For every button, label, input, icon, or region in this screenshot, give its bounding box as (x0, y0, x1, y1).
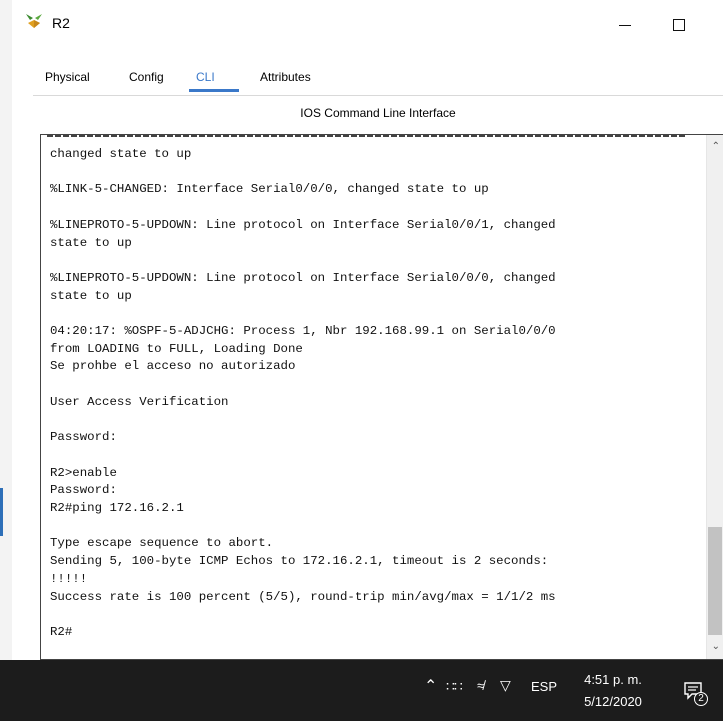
console-line: state to up (50, 288, 132, 303)
tab-physical[interactable]: Physical (45, 70, 90, 84)
taskbar: ⌃ ∷∷ ≉ ▽ ESP 4:51 p. m. 5/12/2020 2 (0, 660, 723, 721)
router-window: R2 Physical Config CLI Attributes IOS Co… (0, 0, 723, 660)
volume-icon[interactable]: ▽ (500, 677, 511, 694)
background-window-accent (0, 488, 3, 536)
wifi-icon[interactable]: ≉ (477, 678, 484, 693)
console-line: %LINEPROTO-5-UPDOWN: Line protocol on In… (50, 217, 556, 232)
cli-console[interactable]: changed state to up %LINK-5-CHANGED: Int… (40, 134, 723, 660)
console-line: Password: (50, 483, 117, 498)
console-clipped-line (47, 135, 687, 137)
maximize-icon (673, 19, 685, 31)
clock-time: 4:51 p. m. (584, 672, 642, 687)
console-line: Se prohbe el acceso no autorizado (50, 359, 296, 374)
tab-cli[interactable]: CLI (196, 70, 215, 84)
console-line: Password: (50, 430, 117, 445)
console-line: %LINEPROTO-5-UPDOWN: Line protocol on In… (50, 270, 556, 285)
window-title: R2 (52, 15, 70, 31)
active-tab-indicator (189, 89, 239, 92)
console-line: from LOADING to FULL, Loading Done (50, 341, 303, 356)
chevron-up-icon[interactable]: ⌃ (424, 676, 437, 696)
minimize-button[interactable] (605, 8, 645, 42)
maximize-button[interactable] (659, 8, 699, 42)
tab-divider (33, 95, 723, 96)
clock[interactable]: 4:51 p. m. 5/12/2020 (573, 669, 653, 713)
tab-attributes[interactable]: Attributes (260, 70, 311, 84)
console-line: changed state to up (50, 147, 192, 161)
device-tabs: Physical Config CLI Attributes (33, 60, 723, 96)
panel-title: IOS Command Line Interface (300, 106, 456, 120)
console-scrollbar[interactable]: ⌃ ⌄ (706, 135, 723, 659)
tab-config[interactable]: Config (129, 70, 164, 84)
minimize-icon (619, 24, 631, 26)
console-line: %LINK-5-CHANGED: Interface Serial0/0/0, … (50, 182, 489, 197)
console-line: User Access Verification (50, 394, 229, 409)
console-line: R2# (50, 624, 73, 639)
packet-tracer-router-icon (24, 11, 44, 31)
notification-count-badge: 2 (694, 692, 708, 706)
console-line: R2>enable (50, 465, 117, 480)
input-language[interactable]: ESP (531, 679, 557, 694)
scroll-down-icon[interactable]: ⌄ (712, 641, 720, 652)
console-line: !!!!! (50, 571, 88, 586)
network-icon[interactable]: ∷∷ (446, 678, 463, 695)
scrollbar-thumb[interactable] (708, 527, 722, 635)
background-window-edge (0, 0, 12, 660)
scroll-up-icon[interactable]: ⌃ (712, 141, 720, 152)
clock-date: 5/12/2020 (584, 694, 642, 709)
console-line: Success rate is 100 percent (5/5), round… (50, 589, 556, 604)
console-line: Sending 5, 100-byte ICMP Echos to 172.16… (50, 554, 549, 569)
console-line: state to up (50, 235, 132, 250)
console-line: 04:20:17: %OSPF-5-ADJCHG: Process 1, Nbr… (50, 324, 556, 339)
console-line: Type escape sequence to abort. (50, 536, 274, 551)
console-output[interactable]: changed state to up %LINK-5-CHANGED: Int… (50, 146, 698, 642)
title-bar[interactable]: R2 (12, 0, 723, 56)
console-line: R2#ping 172.16.2.1 (50, 501, 184, 516)
